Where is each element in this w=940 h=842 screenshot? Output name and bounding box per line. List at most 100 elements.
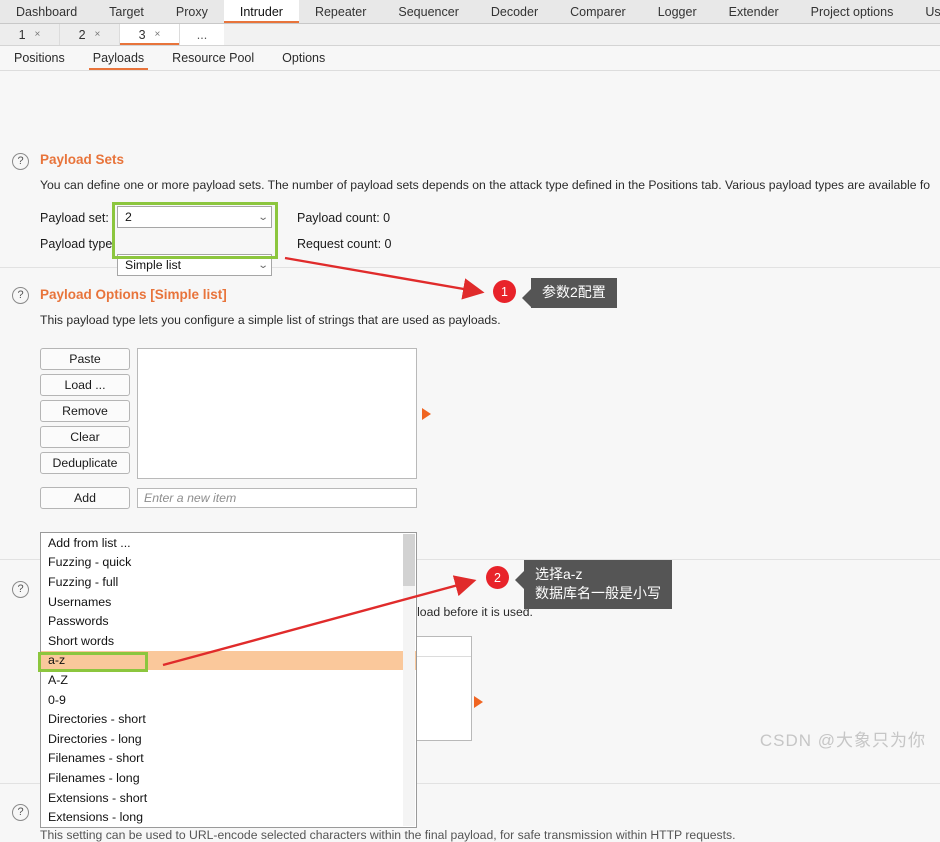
- callout-1-text: 参数2配置: [542, 284, 606, 300]
- payload-processing-table[interactable]: [414, 636, 472, 741]
- dropdown-item-fuzzing-quick[interactable]: Fuzzing - quick: [41, 553, 416, 573]
- deduplicate-button[interactable]: Deduplicate: [40, 452, 130, 474]
- callout-badge-1: 1: [493, 280, 516, 303]
- dropdown-item-label: Extensions - long: [48, 810, 144, 825]
- close-icon[interactable]: ×: [35, 29, 41, 40]
- payloads-panel: ? Payload Sets You can define one or mor…: [0, 71, 940, 842]
- payload-options-title: Payload Options [Simple list]: [40, 287, 227, 302]
- main-tab-label: Intruder: [239, 4, 283, 19]
- dropdown-item-directories-short[interactable]: Directories - short: [41, 709, 416, 729]
- dropdown-item-short-words[interactable]: Short words: [41, 631, 416, 651]
- payload-type-label: Payload type: [40, 237, 113, 251]
- main-tab-intruder[interactable]: Intruder: [223, 0, 300, 23]
- dropdown-item-label: Filenames - short: [48, 751, 144, 766]
- payload-sets-help-icon[interactable]: ?: [12, 153, 29, 170]
- payload-type-select[interactable]: Simple list ⌄: [117, 254, 272, 276]
- dropdown-item-filenames-short[interactable]: Filenames - short: [41, 749, 416, 769]
- sub-tab-positions[interactable]: Positions: [0, 46, 79, 70]
- add-button-label: Add: [74, 491, 96, 505]
- sub-tab-resource-pool[interactable]: Resource Pool: [158, 46, 268, 70]
- main-tab-label: Repeater: [314, 4, 367, 19]
- main-tab-comparer[interactable]: Comparer: [554, 0, 642, 23]
- main-tab-project-options[interactable]: Project options: [795, 0, 910, 23]
- dropdown-item-label: A-Z: [48, 672, 68, 687]
- clear-button[interactable]: Clear: [40, 426, 130, 448]
- add-from-list-dropdown[interactable]: Add from list ... Fuzzing - quick Fuzzin…: [40, 532, 417, 828]
- main-tab-user-options[interactable]: User options: [909, 0, 940, 23]
- dropdown-scrollbar[interactable]: [403, 534, 415, 826]
- dropdown-item-label: Directories - long: [48, 731, 142, 746]
- attack-tab-label: 3: [138, 27, 146, 42]
- payload-processing-description: yload before it is used.: [411, 605, 533, 619]
- sub-tab-label: Resource Pool: [172, 51, 255, 65]
- dropdown-item-A-Z[interactable]: A-Z: [41, 670, 416, 690]
- attack-tab-3[interactable]: 3 ×: [120, 24, 180, 45]
- main-tab-label: Sequencer: [398, 4, 459, 19]
- load-button[interactable]: Load ...: [40, 374, 130, 396]
- dropdown-item-add-from-list[interactable]: Add from list ...: [41, 533, 416, 553]
- dropdown-item-extensions-short[interactable]: Extensions - short: [41, 788, 416, 808]
- expand-triangle-icon[interactable]: [422, 408, 431, 420]
- payload-processing-help-icon[interactable]: ?: [12, 581, 29, 598]
- payload-count: Payload count: 0: [297, 211, 391, 225]
- main-tab-proxy[interactable]: Proxy: [160, 0, 224, 23]
- dropdown-scrollbar-thumb[interactable]: [403, 534, 415, 586]
- callout-2-line1: 选择a-z: [535, 566, 583, 582]
- attack-tab-overflow[interactable]: ...: [180, 24, 224, 45]
- payload-encoding-help-icon[interactable]: ?: [12, 804, 29, 821]
- main-tab-logger[interactable]: Logger: [642, 0, 713, 23]
- paste-button[interactable]: Paste: [40, 348, 130, 370]
- main-tab-target[interactable]: Target: [93, 0, 160, 23]
- dropdown-item-label: a-z: [48, 653, 66, 668]
- main-tab-label: Project options: [810, 4, 894, 19]
- chevron-down-icon: ⌄: [257, 211, 269, 223]
- payload-encoding-description: This setting can be used to URL-encode s…: [40, 828, 736, 842]
- dropdown-item-label: Filenames - long: [48, 770, 140, 785]
- main-tab-repeater[interactable]: Repeater: [299, 0, 382, 23]
- dropdown-item-0-9[interactable]: 0-9: [41, 690, 416, 710]
- sub-tab-label: Options: [282, 51, 326, 65]
- remove-button[interactable]: Remove: [40, 400, 130, 422]
- payload-list-box[interactable]: [137, 348, 417, 479]
- new-item-placeholder: Enter a new item: [144, 491, 237, 505]
- dropdown-item-fuzzing-full[interactable]: Fuzzing - full: [41, 572, 416, 592]
- dropdown-item-passwords[interactable]: Passwords: [41, 611, 416, 631]
- payload-sets-title: Payload Sets: [40, 152, 125, 167]
- paste-button-label: Paste: [69, 352, 101, 366]
- sub-tab-payloads[interactable]: Payloads: [79, 46, 158, 70]
- payload-set-label: Payload set:: [40, 211, 109, 225]
- dropdown-item-extensions-long[interactable]: Extensions - long: [41, 807, 416, 827]
- expand-triangle-icon[interactable]: [474, 696, 483, 708]
- sub-tab-label: Positions: [14, 51, 65, 65]
- load-button-label: Load ...: [64, 378, 106, 392]
- main-tab-label: Comparer: [570, 4, 626, 19]
- main-tab-label: Dashboard: [16, 4, 78, 19]
- dropdown-item-label: Extensions - short: [48, 790, 148, 805]
- dropdown-item-usernames[interactable]: Usernames: [41, 592, 416, 612]
- attack-tab-1[interactable]: 1 ×: [0, 24, 60, 45]
- main-tab-sequencer[interactable]: Sequencer: [382, 0, 474, 23]
- callout-bubble-1: 参数2配置: [522, 278, 617, 308]
- dropdown-item-a-z[interactable]: a-z: [41, 650, 416, 671]
- dropdown-item-directories-long[interactable]: Directories - long: [41, 729, 416, 749]
- payload-set-select[interactable]: 2 ⌄: [117, 206, 272, 228]
- main-tab-extender[interactable]: Extender: [713, 0, 795, 23]
- dropdown-item-label: Fuzzing - quick: [48, 555, 132, 570]
- sub-tab-options[interactable]: Options: [268, 46, 339, 70]
- add-button[interactable]: Add: [40, 487, 130, 509]
- main-tabbar: Dashboard Target Proxy Intruder Repeater…: [0, 0, 940, 24]
- dropdown-item-filenames-long[interactable]: Filenames - long: [41, 768, 416, 788]
- main-tab-dashboard[interactable]: Dashboard: [0, 0, 93, 23]
- new-item-input[interactable]: Enter a new item: [137, 488, 417, 508]
- payload-options-help-icon[interactable]: ?: [12, 287, 29, 304]
- clear-button-label: Clear: [70, 430, 100, 444]
- attack-tabbar: 1 × 2 × 3 × ...: [0, 24, 940, 46]
- payload-options-description: This payload type lets you configure a s…: [40, 313, 501, 327]
- main-tab-decoder[interactable]: Decoder: [475, 0, 554, 23]
- callout-2-line2: 数据库名一般是小写: [535, 584, 661, 601]
- sub-tabbar: Positions Payloads Resource Pool Options: [0, 46, 940, 71]
- attack-tab-2[interactable]: 2 ×: [60, 24, 120, 45]
- close-icon[interactable]: ×: [155, 29, 161, 40]
- main-tab-label: User options: [925, 4, 940, 19]
- close-icon[interactable]: ×: [95, 29, 101, 40]
